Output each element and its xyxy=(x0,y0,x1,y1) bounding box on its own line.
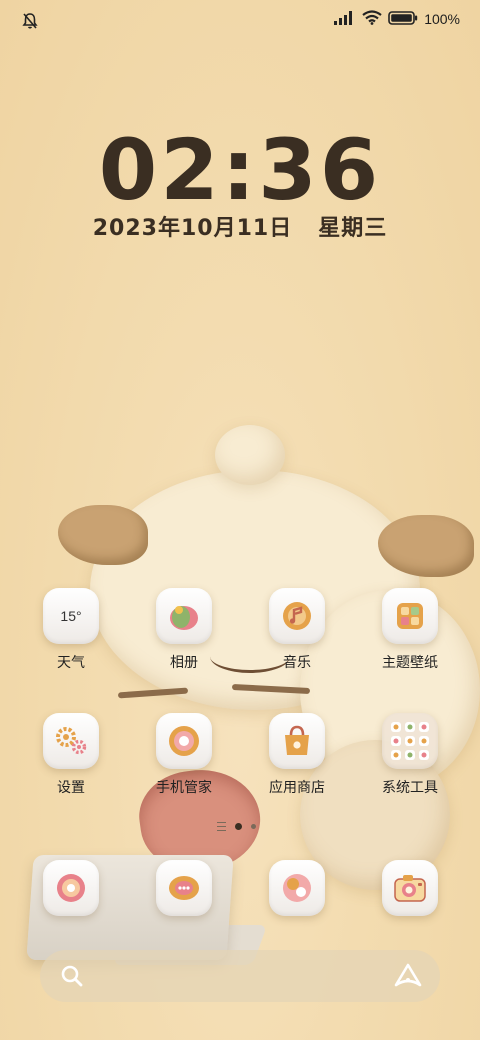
lock-clock[interactable]: 02:36 xyxy=(0,122,480,218)
page-menu-icon xyxy=(217,822,226,831)
themes-icon xyxy=(382,588,438,644)
system-tools-folder-icon xyxy=(382,713,438,769)
app-themes[interactable]: 主题壁纸 xyxy=(360,588,460,672)
date-text: 2023年10月11日 xyxy=(92,216,293,241)
gallery-icon xyxy=(156,588,212,644)
app-label: 音乐 xyxy=(283,655,311,671)
battery-icon xyxy=(388,10,418,28)
status-bar: 100% xyxy=(0,10,480,32)
weekday-text: 星期三 xyxy=(318,216,388,241)
app-phone-manager[interactable]: 手机管家 xyxy=(134,713,234,797)
app-label: 相册 xyxy=(170,655,198,671)
phone-icon xyxy=(43,860,99,916)
signal-icon xyxy=(334,10,356,28)
app-label: 设置 xyxy=(57,780,85,796)
browser-icon xyxy=(269,860,325,916)
assistant-icon[interactable] xyxy=(394,963,422,993)
dock-app-browser[interactable] xyxy=(247,860,347,916)
app-label: 天气 xyxy=(57,655,85,671)
app-music[interactable]: 音乐 xyxy=(247,588,347,672)
app-label: 手机管家 xyxy=(156,780,212,796)
app-label: 应用商店 xyxy=(269,780,325,796)
weather-temp: 15° xyxy=(60,608,82,624)
wallpaper-horn-left xyxy=(58,505,148,565)
page-dot-active xyxy=(235,823,242,830)
messages-icon xyxy=(156,860,212,916)
weather-icon: 15° xyxy=(43,588,99,644)
battery-percent: 100% xyxy=(424,11,460,27)
app-weather[interactable]: 15° 天气 xyxy=(21,588,121,672)
dock-app-camera[interactable] xyxy=(360,860,460,916)
phone-manager-icon xyxy=(156,713,212,769)
app-gallery[interactable]: 相册 xyxy=(134,588,234,672)
dock-app-messages[interactable] xyxy=(134,860,234,916)
date-line: 2023年10月11日 星期三 xyxy=(0,210,480,242)
app-settings[interactable]: 设置 xyxy=(21,713,121,797)
wallpaper-sheep-tuft xyxy=(215,425,285,485)
app-store-icon xyxy=(269,713,325,769)
search-icon[interactable] xyxy=(60,964,84,992)
app-label: 主题壁纸 xyxy=(382,655,438,671)
settings-icon xyxy=(43,713,99,769)
dock-app-phone[interactable] xyxy=(21,860,121,916)
app-label: 系统工具 xyxy=(382,780,438,796)
page-dot xyxy=(251,824,256,829)
wifi-icon xyxy=(362,10,382,28)
camera-icon xyxy=(382,860,438,916)
folder-system-tools[interactable]: 系统工具 xyxy=(360,713,460,797)
music-icon xyxy=(269,588,325,644)
wallpaper-brow-left xyxy=(117,687,189,699)
search-bar[interactable] xyxy=(40,950,440,1002)
bell-muted-icon xyxy=(22,12,38,34)
app-store[interactable]: 应用商店 xyxy=(247,713,347,797)
page-indicator[interactable] xyxy=(217,822,256,831)
